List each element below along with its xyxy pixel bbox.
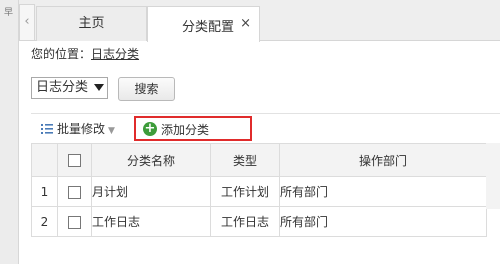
row-name: 工作日志 bbox=[91, 206, 211, 237]
row-index: 2 bbox=[31, 206, 58, 237]
header-name[interactable]: 分类名称 bbox=[91, 143, 211, 177]
caret-down-icon: ▼ bbox=[108, 126, 115, 136]
row-checkbox[interactable] bbox=[68, 185, 81, 199]
search-button[interactable]: 搜索 bbox=[118, 77, 175, 101]
row-checkbox-cell bbox=[57, 176, 92, 207]
pin-icon[interactable]: 早 bbox=[4, 5, 13, 18]
tab-scroll-left-icon[interactable]: ‹ bbox=[19, 4, 35, 40]
select-all-checkbox[interactable] bbox=[68, 154, 81, 167]
category-table: 分类名称 类型 操作部门 1 月计划 工作计划 所有部门 2 工作日志 工作日志… bbox=[31, 143, 487, 237]
batch-edit-button[interactable]: 批量修改 ▼ bbox=[41, 120, 115, 137]
category-select[interactable]: 日志分类 bbox=[31, 77, 108, 99]
row-dept: 所有部门 bbox=[279, 206, 487, 237]
tab-label: 分类配置 bbox=[182, 20, 235, 35]
header-index bbox=[31, 143, 58, 177]
header-dept[interactable]: 操作部门 bbox=[279, 143, 487, 177]
table-row[interactable]: 2 工作日志 工作日志 所有部门 bbox=[31, 206, 487, 237]
category-select-value: 日志分类 bbox=[36, 80, 89, 95]
breadcrumb-prefix: 您的位置： bbox=[31, 47, 92, 61]
row-type: 工作计划 bbox=[210, 176, 280, 207]
breadcrumb-link[interactable]: 日志分类 bbox=[91, 47, 139, 61]
table-scroll-edge bbox=[486, 143, 500, 209]
header-checkbox-cell bbox=[57, 143, 92, 177]
row-index: 1 bbox=[31, 176, 58, 207]
close-icon[interactable]: × bbox=[240, 16, 251, 31]
row-dept: 所有部门 bbox=[279, 176, 487, 207]
table-header-row: 分类名称 类型 操作部门 bbox=[31, 143, 487, 177]
add-category-button[interactable]: + 添加分类 bbox=[134, 116, 252, 141]
add-category-label: 添加分类 bbox=[161, 123, 210, 137]
tab-category-config[interactable]: 分类配置 × bbox=[147, 6, 260, 42]
breadcrumb: 您的位置：日志分类 bbox=[31, 45, 139, 62]
chevron-down-icon bbox=[94, 84, 104, 91]
plus-circle-icon: + bbox=[143, 121, 157, 136]
row-checkbox[interactable] bbox=[68, 215, 81, 229]
table-row[interactable]: 1 月计划 工作计划 所有部门 bbox=[31, 176, 487, 207]
row-name: 月计划 bbox=[91, 176, 211, 207]
tab-bar: ‹ 主页 分类配置 × bbox=[19, 0, 500, 42]
list-icon bbox=[41, 124, 53, 134]
toolbar: 批量修改 ▼ + 添加分类 bbox=[31, 113, 500, 143]
batch-edit-label: 批量修改 bbox=[57, 122, 106, 136]
tab-home[interactable]: 主页 bbox=[36, 6, 147, 41]
left-collapse-strip[interactable]: 早 bbox=[0, 0, 19, 264]
row-checkbox-cell bbox=[57, 206, 92, 237]
row-type: 工作日志 bbox=[210, 206, 280, 237]
header-type[interactable]: 类型 bbox=[210, 143, 280, 177]
